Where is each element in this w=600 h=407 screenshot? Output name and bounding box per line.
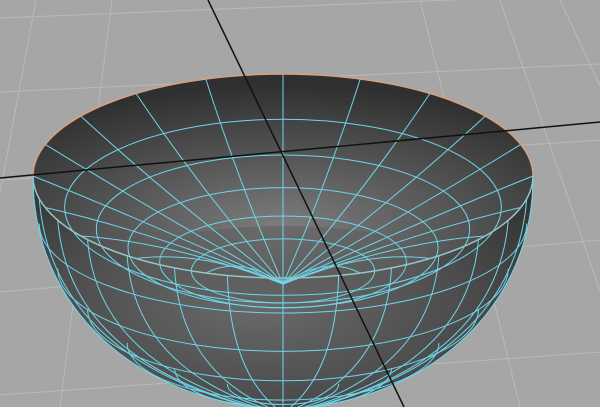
viewport-canvas[interactable] [0,0,600,407]
3d-viewport[interactable] [0,0,600,407]
grid-line [0,0,37,196]
grid-line [0,0,463,19]
grid-line [559,0,600,87]
bowl-mesh[interactable] [32,73,534,407]
